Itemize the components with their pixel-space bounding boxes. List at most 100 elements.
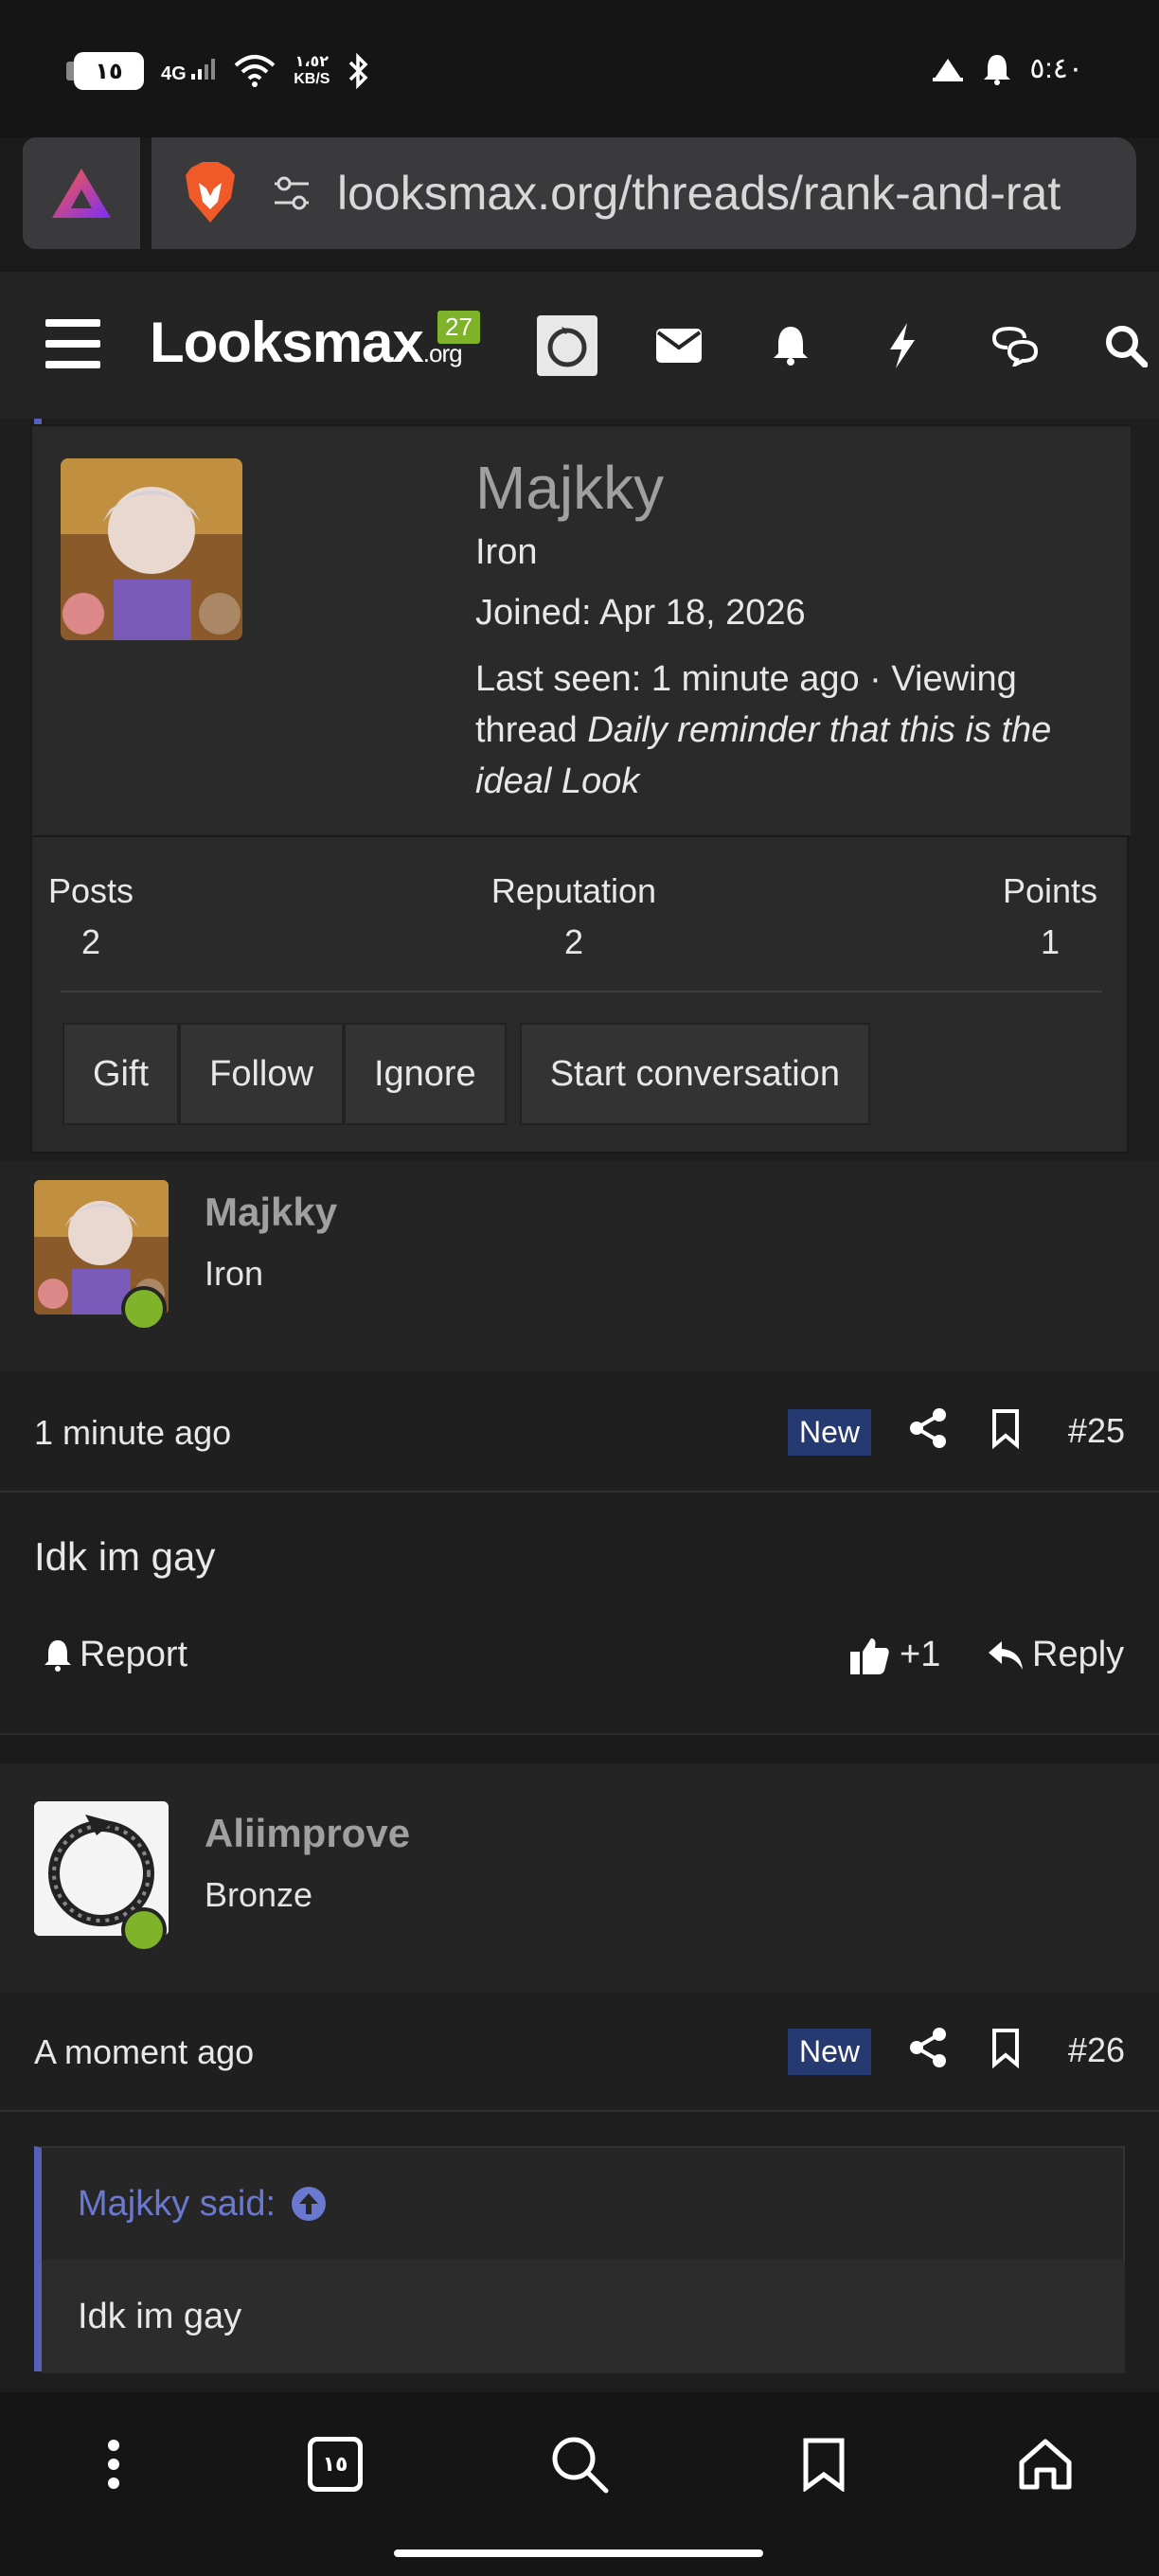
stat-points-label: Points — [1002, 871, 1098, 910]
brave-triangle-icon — [52, 169, 111, 218]
status-bar: ١٥ 4G ١،٥٢ KB/S ٥:٤٠ — [0, 0, 1159, 137]
logo-text: Looksmax — [150, 311, 424, 374]
search-icon — [1106, 326, 1148, 367]
bluetooth-icon — [349, 53, 368, 89]
member-last-seen: Last seen: 1 minute ago · Viewing thread… — [475, 653, 1100, 807]
online-indicator — [121, 1907, 167, 1953]
quote-content: Idk im gay — [42, 2260, 1125, 2373]
post-25-meta: 1 minute ago New #25 — [0, 1373, 1159, 1493]
post-author-name[interactable]: Aliimprove — [205, 1811, 410, 1856]
menu-icon[interactable] — [45, 319, 100, 368]
browser-bottom-nav: ١٥ — [0, 2392, 1159, 2576]
conversations-count-badge: 27 — [437, 311, 480, 344]
member-joined: Joined: Apr 18, 2026 — [475, 593, 806, 633]
battery-level: ١٥ — [95, 58, 123, 84]
thumbs-up-icon — [850, 1637, 889, 1674]
chat-bubbles-icon — [991, 326, 1039, 367]
post-number[interactable]: #25 — [1068, 1411, 1125, 1451]
post-author-rank: Iron — [205, 1254, 264, 1293]
bookmark-icon[interactable] — [985, 1407, 1026, 1449]
stat-posts[interactable]: Posts 2 — [36, 871, 146, 962]
post-separator — [0, 1733, 1159, 1763]
bell-icon — [774, 327, 808, 366]
whats-new-button[interactable] — [847, 313, 958, 378]
browser-toolbar: looksmax.org/threads/rank-and-rat — [0, 137, 1159, 272]
post-time[interactable]: 1 minute ago — [34, 1413, 231, 1453]
inbox-button[interactable] — [623, 313, 735, 378]
anime-avatar-icon — [61, 458, 242, 640]
like-button[interactable]: +1 — [850, 1635, 940, 1675]
status-left: ١٥ 4G ١،٥٢ KB/S — [66, 52, 369, 90]
brave-shields-icon[interactable] — [180, 160, 241, 226]
brave-rewards-button[interactable] — [23, 137, 140, 249]
more-menu-button[interactable] — [76, 2426, 152, 2502]
member-actions: Gift Follow Ignore Start conversation — [62, 1023, 870, 1125]
address-bar[interactable]: looksmax.org/threads/rank-and-rat — [152, 137, 1136, 249]
header-icons — [511, 313, 1159, 378]
clock: ٥:٤٠ — [1029, 53, 1083, 84]
divider — [61, 991, 1102, 993]
speed-value: ١،٥٢ — [294, 54, 330, 70]
stat-reputation-value: 2 — [563, 922, 584, 961]
wifi-icon — [234, 55, 276, 87]
site-logo[interactable]: Looksmax.org — [150, 310, 463, 375]
lightning-icon — [890, 323, 915, 368]
post-time[interactable]: A moment ago — [34, 2032, 254, 2072]
bookmarks-button[interactable] — [786, 2426, 862, 2502]
home-icon — [1019, 2439, 1072, 2490]
report-button[interactable]: Report — [42, 1635, 187, 1675]
search-button[interactable] — [542, 2426, 617, 2502]
reply-icon — [989, 1640, 1023, 1670]
quote-block: Majkky said: Idk im gay — [34, 2146, 1125, 2373]
envelope-icon — [656, 329, 702, 363]
reply-button[interactable]: Reply — [987, 1635, 1124, 1675]
url-text[interactable]: looksmax.org/threads/rank-and-rat — [337, 166, 1123, 221]
stat-points[interactable]: Points 1 — [989, 871, 1112, 962]
new-badge: New — [788, 1409, 872, 1456]
share-icon[interactable] — [907, 1407, 949, 1449]
more-vertical-icon — [108, 2440, 119, 2489]
cloud-upload-icon — [933, 58, 964, 81]
search-button[interactable] — [1070, 313, 1159, 378]
reply-label: Reply — [1032, 1635, 1125, 1674]
bookmark-icon[interactable] — [985, 2027, 1026, 2068]
home-button[interactable] — [1007, 2426, 1083, 2502]
gift-button[interactable]: Gift — [62, 1023, 180, 1125]
share-icon[interactable] — [907, 2027, 949, 2068]
quote-author[interactable]: Majkky said: — [78, 2184, 276, 2225]
arrow-up-circle-icon[interactable] — [291, 2186, 327, 2222]
stat-reputation: Reputation 2 — [472, 871, 676, 962]
speed-unit: KB/S — [294, 71, 330, 87]
start-conversation-button[interactable]: Start conversation — [519, 1023, 870, 1125]
member-tooltip-header: Majkky Iron Joined: Apr 18, 2026 Last se… — [32, 426, 1131, 837]
online-indicator — [121, 1286, 167, 1332]
tabs-button[interactable]: ١٥ — [297, 2426, 373, 2502]
ignore-button[interactable]: Ignore — [343, 1023, 507, 1125]
stat-posts-label: Posts — [47, 871, 134, 910]
stat-points-value: 1 — [1040, 922, 1061, 961]
notification-bell-icon — [984, 54, 1011, 85]
alerts-button[interactable] — [735, 313, 847, 378]
stat-posts-value: 2 — [80, 922, 101, 961]
post-25-author: Majkky Iron — [0, 1161, 1159, 1371]
post-author-name[interactable]: Majkky — [205, 1190, 337, 1235]
post-author-rank: Bronze — [205, 1875, 313, 1914]
member-avatar[interactable] — [61, 458, 242, 640]
battery-icon: ١٥ — [66, 52, 144, 90]
quote-header[interactable]: Majkky said: — [42, 2148, 1125, 2260]
network-type: 4G — [161, 63, 187, 84]
follow-button[interactable]: Follow — [179, 1023, 344, 1125]
conversations-button[interactable] — [958, 313, 1070, 378]
site-header: Looksmax.org — [0, 272, 1159, 419]
gesture-home-bar[interactable] — [394, 2549, 763, 2557]
like-count: +1 — [900, 1635, 941, 1674]
account-avatar-button[interactable] — [511, 313, 623, 378]
search-icon — [552, 2437, 609, 2494]
new-badge: New — [788, 2029, 872, 2075]
report-label: Report — [80, 1635, 188, 1674]
post-number[interactable]: #26 — [1068, 2030, 1125, 2070]
member-name[interactable]: Majkky — [475, 453, 664, 523]
post-content: Idk im gay — [34, 1534, 216, 1579]
site-settings-icon[interactable] — [269, 170, 314, 216]
tab-count: ١٥ — [308, 2437, 363, 2492]
